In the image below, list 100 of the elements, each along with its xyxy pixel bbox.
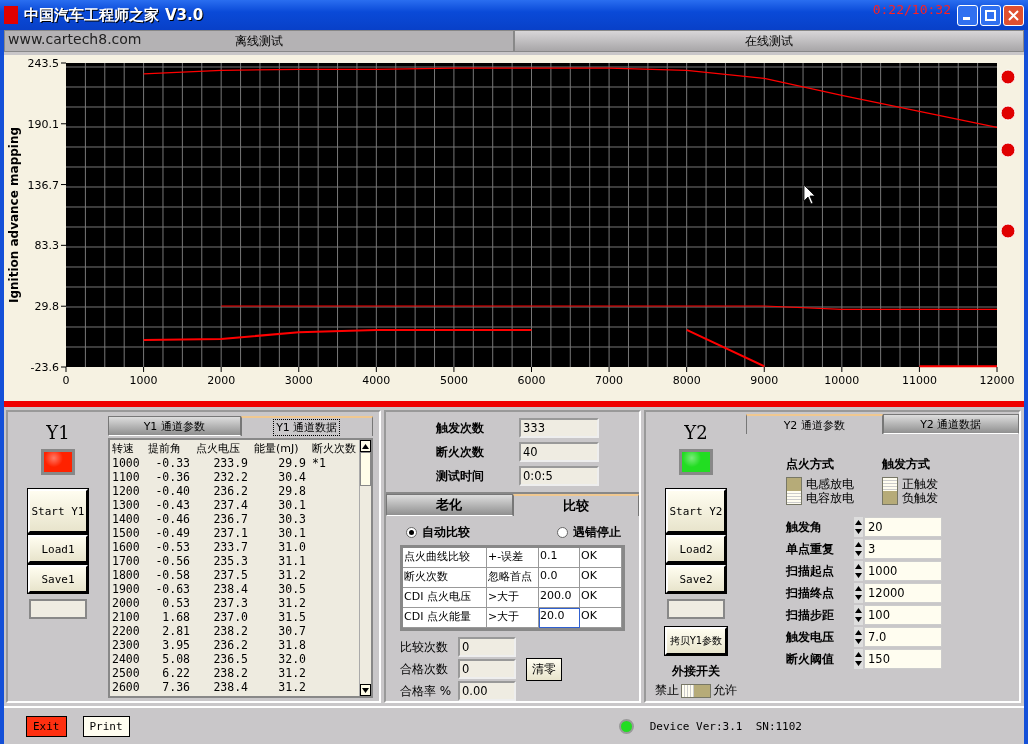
table-cell-text: 5.08 <box>161 652 191 666</box>
channel-button[interactable]: Save1 <box>28 565 88 593</box>
status-button[interactable]: Exit <box>26 715 67 737</box>
table-cell-text: 30.5 <box>277 582 307 596</box>
spinner-icon[interactable] <box>854 517 863 537</box>
spinner-icon[interactable] <box>854 539 863 559</box>
table-cell-text: 2400 <box>112 652 141 666</box>
table-cell: CDI 点火能量 <box>403 608 487 628</box>
table-cell-text: 30.4 <box>277 470 307 484</box>
stat-label: 合格次数 <box>400 660 449 678</box>
channel-button[interactable]: Start Y1 <box>28 489 88 533</box>
param-field[interactable]: 3 <box>864 539 942 559</box>
channel-label: Y2 <box>684 422 708 443</box>
table-cell-text: 1700 <box>112 554 141 568</box>
external-switch[interactable] <box>681 683 711 698</box>
table-cell: 点火曲线比较 <box>403 548 487 568</box>
panel-tab[interactable]: Y1 通道数据 <box>240 416 373 436</box>
scroll-down-button[interactable] <box>360 684 371 696</box>
scroll-up-button[interactable] <box>360 440 371 452</box>
channel-button[interactable]: Save2 <box>666 565 726 593</box>
test-tab[interactable]: 比较 <box>512 494 639 516</box>
close-icon[interactable] <box>1003 4 1024 26</box>
clear-button[interactable]: 清零 <box>526 657 562 681</box>
table-cell: +-误差 <box>487 548 539 568</box>
table-cell-text: 1900 <box>112 582 141 596</box>
maximize-icon[interactable] <box>980 4 1001 26</box>
radio-option[interactable]: 自动比较 <box>406 524 470 541</box>
stat-label: 合格率 % <box>400 682 453 700</box>
channel-button[interactable]: Start Y2 <box>666 489 726 533</box>
param-label: 扫描终点 <box>786 584 835 602</box>
spinner-icon[interactable] <box>854 605 863 625</box>
group-label: 触发方式 <box>882 456 931 473</box>
table-cell[interactable]: 20.0 <box>539 608 580 628</box>
param-field[interactable]: 100 <box>864 605 942 625</box>
mode-switch[interactable] <box>882 477 898 505</box>
table-cell-text: -0.36 <box>154 470 191 484</box>
param-field[interactable]: 150 <box>864 649 942 669</box>
x-tick-label: 0 <box>62 374 70 387</box>
copy-button[interactable]: 拷贝Y1参数 <box>665 627 727 655</box>
stat-field: 0 <box>458 659 516 679</box>
spinner-icon[interactable] <box>854 649 863 669</box>
stat-field: 0 <box>458 637 516 657</box>
channel-button[interactable]: Load1 <box>28 535 88 563</box>
x-tick-label: 9000 <box>750 374 779 387</box>
table-cell-text: 236.2 <box>212 638 249 652</box>
table-cell-text: 29.8 <box>277 484 307 498</box>
test-tab[interactable]: 老化 <box>386 494 513 516</box>
y-tick-label: 243.5 <box>27 57 59 70</box>
table-cell-text: -0.58 <box>154 568 191 582</box>
table-cell: >大于 <box>487 588 539 608</box>
param-field[interactable]: 20 <box>864 517 942 537</box>
panel-tab[interactable]: Y1 通道参数 <box>108 416 241 436</box>
y-tick-label: 190.1 <box>27 117 59 131</box>
param-field[interactable]: 7.0 <box>864 627 942 647</box>
table-cell-text: 2100 <box>112 610 141 624</box>
panel-tab[interactable]: Y2 通道数据 <box>882 414 1019 434</box>
window-title: 中国汽车工程师之家 <box>24 5 159 25</box>
table-cell-text: 2200 <box>112 624 141 638</box>
radio-option[interactable]: 遇错停止 <box>557 524 621 541</box>
table-cell-text: 31.2 <box>277 596 307 610</box>
minimize-icon[interactable] <box>957 4 978 26</box>
option-label: 电感放电 <box>806 477 854 491</box>
table-cell-text: 31.1 <box>277 554 307 568</box>
table-cell[interactable]: 0.1 <box>539 548 580 568</box>
table-cell-text: 31.0 <box>277 540 307 554</box>
x-tick-label: 8000 <box>672 374 701 387</box>
table-cell-text: 7.36 <box>161 680 191 694</box>
channel-button[interactable]: Load2 <box>666 535 726 563</box>
table-cell-text: 30.1 <box>277 498 307 512</box>
table-cell-text: -0.40 <box>154 484 191 498</box>
stat-label: 比较次数 <box>400 638 449 656</box>
option-label: 正触发 <box>902 477 938 491</box>
spinner-icon[interactable] <box>854 561 863 581</box>
table-cell-text: 2300 <box>112 638 141 652</box>
table-cell-text: 6.22 <box>161 666 191 680</box>
table-cell-text: 32.0 <box>277 652 307 666</box>
table-cell[interactable]: 0.0 <box>539 568 580 588</box>
column-header: 提前角 <box>148 442 182 456</box>
x-tick-label: 6000 <box>517 374 546 387</box>
table-cell-text: -0.53 <box>154 540 191 554</box>
spinner-icon[interactable] <box>854 583 863 603</box>
mode-switch[interactable] <box>786 477 802 505</box>
table-cell: OK <box>580 588 622 608</box>
param-field[interactable]: 12000 <box>864 583 942 603</box>
spinner-icon[interactable] <box>854 627 863 647</box>
indicator-light-icon <box>1000 69 1016 85</box>
table-cell[interactable]: 200.0 <box>539 588 580 608</box>
mode-tab[interactable]: 在线测试 <box>514 30 1024 52</box>
param-label: 扫描起点 <box>786 562 835 580</box>
table-cell-text: 1.68 <box>161 610 191 624</box>
param-label: 触发电压 <box>786 628 835 646</box>
table-cell-text: 1600 <box>112 540 141 554</box>
table-cell: OK <box>580 548 622 568</box>
website-text: www.cartech8.com <box>8 31 142 47</box>
version-label: V3.0 <box>165 6 204 24</box>
table-cell-text: 1100 <box>112 470 141 484</box>
panel-tab[interactable]: Y2 通道参数 <box>746 414 883 434</box>
scroll-thumb[interactable] <box>360 452 371 486</box>
param-field[interactable]: 1000 <box>864 561 942 581</box>
status-button[interactable]: Print <box>82 715 130 737</box>
